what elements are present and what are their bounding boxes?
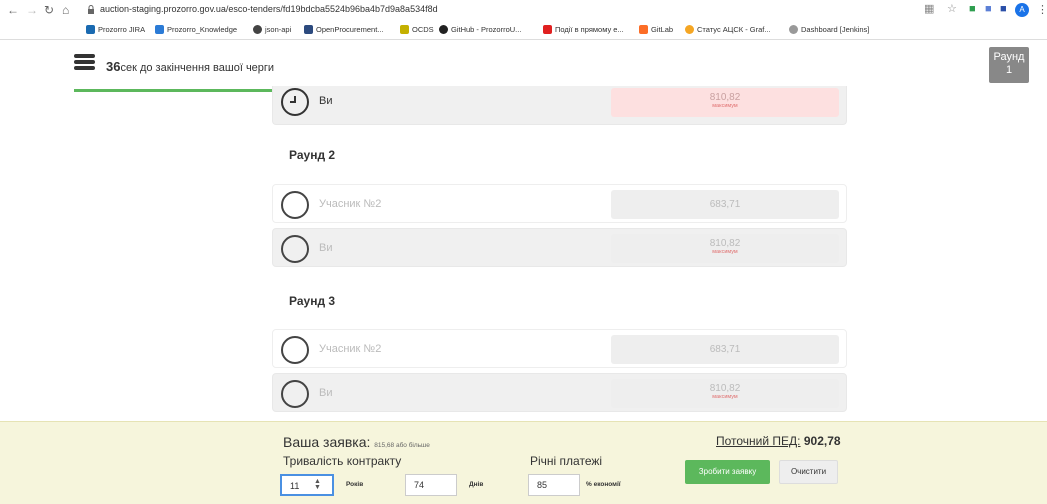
ped-value: 902,78 (803, 434, 841, 448)
bookmark-prozorro-jira[interactable]: Prozorro JIRA (86, 25, 145, 34)
bookmark-icon (155, 25, 164, 34)
github-icon (439, 25, 448, 34)
reload-icon[interactable]: ↻ (44, 3, 54, 17)
bookmark-status-acsk[interactable]: Статус АЦСК - Graf... (685, 25, 771, 34)
bid-value-box: 683,71 (611, 335, 839, 364)
clear-button[interactable]: Очистити (779, 460, 838, 484)
timer-seconds: 36 (106, 59, 121, 74)
bookmark-github[interactable]: GitHub - ProzorroU... (439, 25, 521, 34)
bookmark-prozorro-knowledge[interactable]: Prozorro_Knowledge (155, 25, 237, 34)
bookmark-star-icon[interactable]: ☆ (947, 2, 957, 16)
bookmark-icon (685, 25, 694, 34)
submit-bid-button[interactable]: Зробити заявку (685, 460, 770, 484)
bid-value: 683,71 (709, 344, 741, 355)
bid-value: 810,82 (709, 238, 741, 249)
round-badge-label: Раунд (993, 51, 1025, 63)
forward-icon[interactable]: → (26, 3, 38, 17)
bookmark-youtube[interactable]: Події в прямому е... (543, 25, 624, 34)
profile-avatar[interactable]: A (1015, 3, 1029, 17)
jenkins-icon (789, 25, 798, 34)
bid-value: 683,71 (709, 199, 741, 210)
youtube-icon (543, 25, 552, 34)
bid-panel-title: Ваша заявка: 815,68 або більше (283, 434, 430, 450)
bookmark-icon (86, 25, 95, 34)
round-3-title: Раунд 3 (289, 294, 336, 308)
circle-icon (281, 235, 309, 263)
current-ped: Поточний ПЕД: 902,78 (716, 434, 841, 448)
annual-payments-label: Річні платежі (530, 454, 603, 468)
days-input[interactable]: 74 (405, 474, 457, 496)
participant-name: Ви (319, 387, 333, 399)
round3-my-row: Ви 810,82 максимум (272, 373, 847, 412)
participant-name: Ви (319, 242, 333, 254)
bookmark-gitlab[interactable]: GitLab (639, 25, 673, 34)
browser-toolbar: ← → ↻ ⌂ auction-staging.prozorro.gov.ua/… (0, 0, 1047, 20)
round-2-title: Раунд 2 (289, 148, 336, 162)
bid-value-box: 810,82 максимум (611, 379, 839, 408)
participant-name: Ви (319, 95, 333, 107)
round2-participant-row: Учасник №2 683,71 (272, 184, 847, 223)
browser-menu-icon[interactable]: ⋮ (1037, 3, 1047, 16)
bookmark-ocds[interactable]: OCDS (400, 25, 434, 34)
bid-value-box: 683,71 (611, 190, 839, 219)
round2-my-row: Ви 810,82 максимум (272, 228, 847, 267)
payments-unit: % економії (586, 481, 621, 488)
round1-my-row: Ви 810,82 максимум (272, 86, 847, 125)
translate-icon[interactable]: ▦ (924, 2, 934, 16)
app-header: 36сек до закінчення вашої черги (0, 40, 1047, 90)
bid-max-note: максимум (712, 103, 738, 109)
bid-panel: Ваша заявка: 815,68 або більше Поточний … (0, 421, 1047, 504)
bid-max-note: максимум (712, 394, 738, 400)
clock-icon (281, 88, 309, 116)
participant-name: Учасник №2 (319, 343, 382, 355)
contract-duration-label: Тривалість контракту (283, 454, 402, 468)
extension-green-icon[interactable]: ■ (969, 2, 976, 16)
payments-input[interactable]: 85 (528, 474, 580, 496)
years-input[interactable]: 11 (280, 474, 334, 496)
bookmark-openprocurement[interactable]: OpenProcurement... (304, 25, 384, 34)
turn-timer: 36сек до закінчення вашої черги (106, 59, 274, 74)
bid-minimum-hint: 815,68 або більше (374, 442, 430, 449)
circle-icon (281, 380, 309, 408)
back-icon[interactable]: ← (7, 3, 19, 17)
timer-text: сек до закінчення вашої черги (120, 62, 275, 74)
bookmark-icon (253, 25, 262, 34)
current-round-badge: Раунд 1 (989, 47, 1029, 83)
lock-icon (88, 5, 94, 14)
ped-label: Поточний ПЕД: (716, 434, 801, 448)
bid-value-box: 810,82 максимум (611, 234, 839, 263)
bid-value: 810,82 (709, 92, 741, 103)
menu-icon[interactable] (74, 54, 95, 70)
bookmark-icon (400, 25, 409, 34)
days-unit: Днів (469, 481, 484, 488)
extension-zenhub-icon[interactable]: ■ (985, 2, 992, 16)
url-bar[interactable]: auction-staging.prozorro.gov.ua/esco-ten… (100, 4, 438, 14)
bookmarks-bar: Prozorro JIRA Prozorro_Knowledge json-ap… (0, 22, 1047, 40)
bid-value-box: 810,82 максимум (611, 88, 839, 117)
bookmark-json-api[interactable]: json-api (253, 25, 291, 34)
participant-name: Учасник №2 (319, 198, 382, 210)
home-icon[interactable]: ⌂ (62, 3, 69, 17)
circle-icon (281, 191, 309, 219)
extension-d-icon[interactable]: ■ (1000, 2, 1007, 16)
years-stepper-icon[interactable]: ▲ ▼ (314, 478, 321, 491)
round3-participant-row: Учасник №2 683,71 (272, 329, 847, 368)
circle-icon (281, 336, 309, 364)
round-badge-number: 1 (1005, 64, 1013, 76)
years-unit: Років (346, 481, 364, 488)
gitlab-icon (639, 25, 648, 34)
bookmark-icon (304, 25, 313, 34)
bookmark-jenkins[interactable]: Dashboard [Jenkins] (789, 25, 869, 34)
bid-max-note: максимум (712, 249, 738, 255)
bid-value: 810,82 (709, 383, 741, 394)
